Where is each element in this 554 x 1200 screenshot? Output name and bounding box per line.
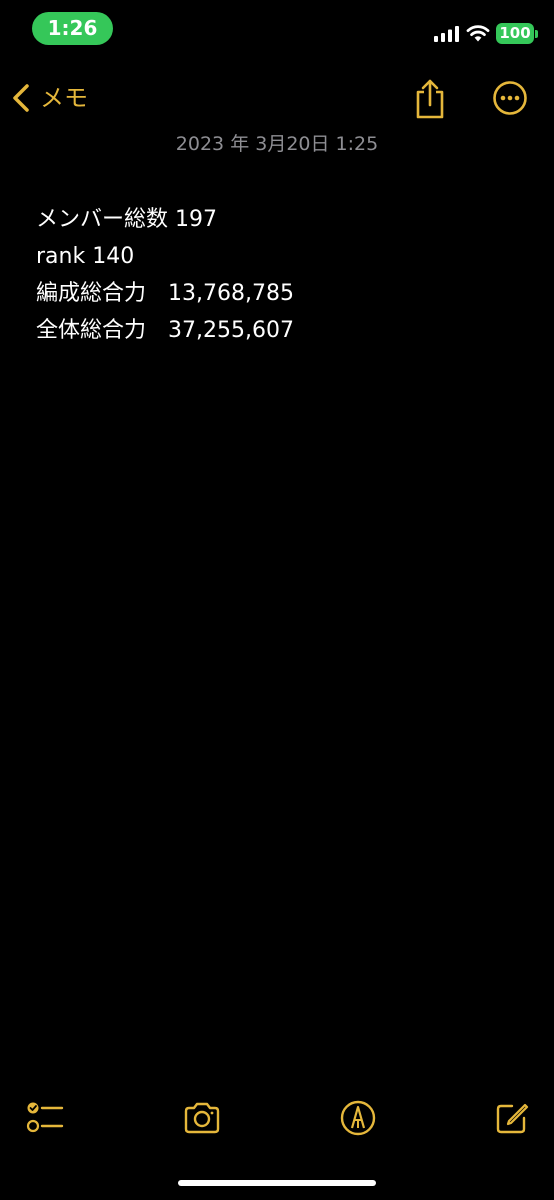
back-button[interactable]: メモ	[10, 78, 88, 118]
note-body[interactable]: メンバー総数 197 rank 140 編成総合力 13,768,785 全体総…	[36, 201, 516, 349]
wifi-icon	[466, 25, 490, 42]
note-line-rank: rank 140	[36, 244, 135, 269]
note-line-total-power: 全体総合力 37,255,607	[36, 318, 294, 343]
battery-icon: 100	[496, 23, 534, 44]
checklist-icon[interactable]	[25, 1098, 65, 1138]
chevron-left-icon	[13, 84, 29, 112]
signal-icon	[434, 26, 459, 42]
camera-icon[interactable]	[182, 1098, 222, 1138]
home-indicator[interactable]	[178, 1180, 376, 1186]
status-bar: 1:26 100	[0, 0, 554, 60]
note-line-formation-power: 編成総合力 13,768,785	[36, 281, 294, 306]
more-icon[interactable]	[492, 80, 528, 116]
share-icon[interactable]	[412, 78, 448, 120]
back-label: メモ	[40, 84, 88, 112]
note-date: 2023 年 3月20日 1:25	[175, 133, 379, 155]
status-time[interactable]: 1:26	[32, 12, 113, 45]
markup-icon[interactable]	[338, 1098, 378, 1138]
battery-cap	[535, 30, 538, 38]
note-line-member-count: メンバー総数 197	[36, 207, 217, 232]
compose-icon[interactable]	[492, 1098, 532, 1138]
